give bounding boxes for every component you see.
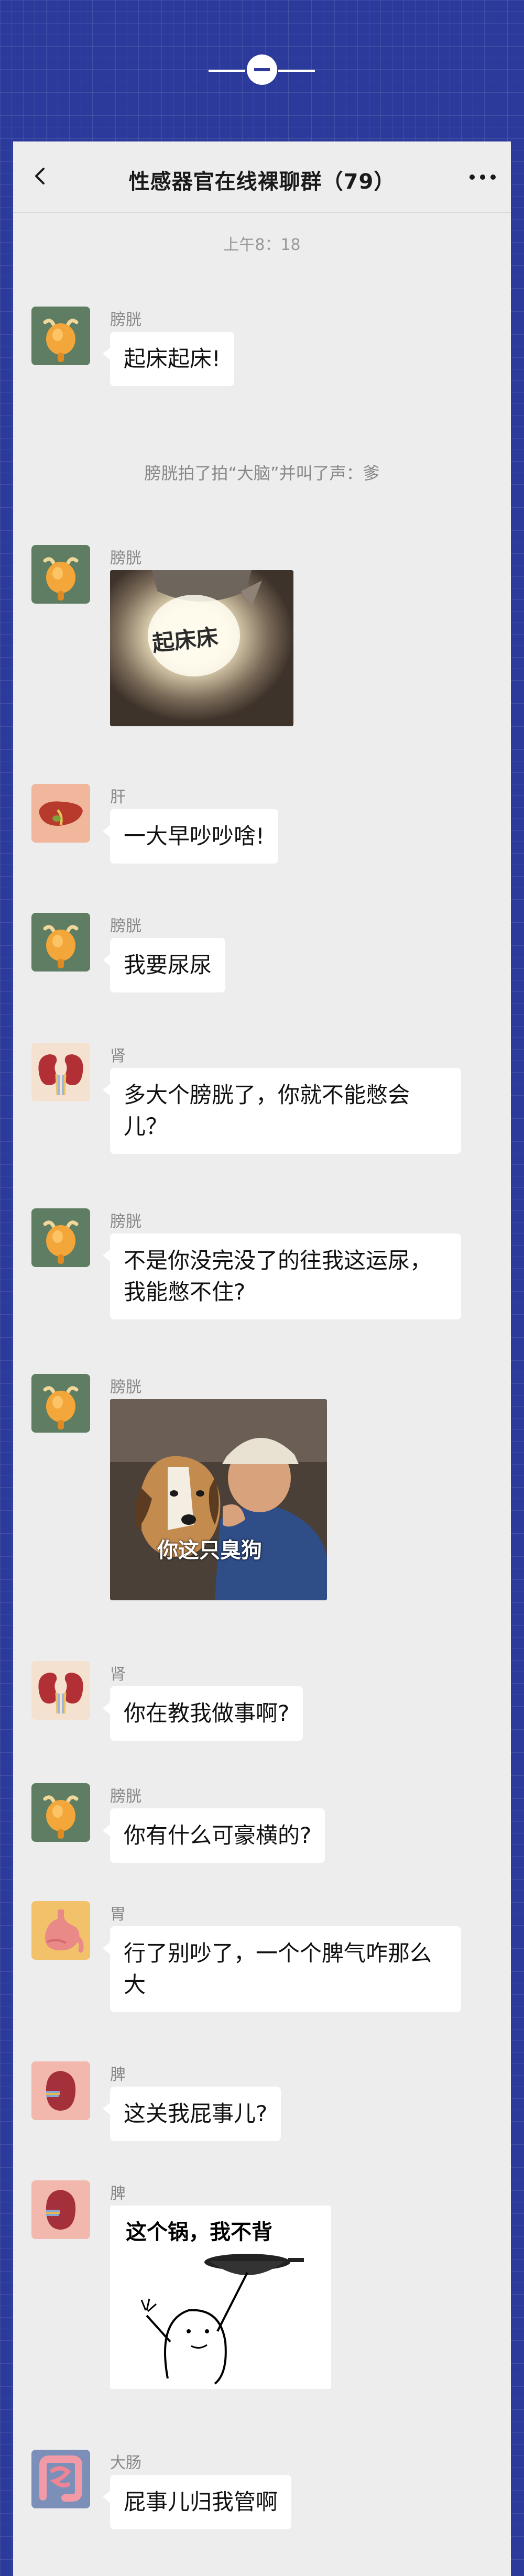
sender-name: 膀胱 [110,549,141,567]
intestine-icon[interactable] [31,2450,90,2508]
pot-meme-illustration [140,2254,304,2385]
sender-name: 膀胱 [110,1213,141,1231]
kidney-icon[interactable] [31,1043,90,1101]
timestamp: 上午8：18 [223,236,301,254]
message-bubble[interactable]: 屁事儿归我管啊 [102,2475,292,2529]
bladder-icon[interactable] [31,1783,90,1842]
sender-name: 肝 [110,788,126,806]
message-bubble[interactable]: 一大早吵吵啥! [103,809,278,864]
chat-title: 性感器官在线裸聊群（79） [128,170,396,194]
bladder-icon[interactable] [31,1208,90,1267]
sender-name: 肾 [110,1665,126,1684]
sender-name: 膀胱 [110,1787,141,1806]
liver-icon[interactable] [31,784,90,843]
bladder-icon[interactable] [31,307,90,365]
bladder-icon[interactable] [31,545,90,604]
top-decoration [0,0,524,141]
sender-name: 大肠 [110,2454,141,2472]
image-caption: 你这只臭狗 [157,1538,262,1563]
bladder-icon[interactable] [31,913,90,972]
message-bubble[interactable]: 起床起床! [103,332,234,386]
message-bubble[interactable]: 多大个膀胱了，你就不能憋会儿？ [103,1068,461,1154]
more-dots-icon[interactable] [467,172,498,182]
sender-name: 膀胱 [110,1378,141,1396]
title-bar: 性感器官在线裸聊群（79） [13,141,511,213]
sender-name: 脾 [110,2066,126,2084]
decor-line-right [278,70,315,72]
meme-image-pot[interactable]: 这个锅，我不背 [110,2206,331,2389]
stomach-icon[interactable] [31,1901,90,1960]
meme-image-cat[interactable]: 起床床 [110,570,293,726]
message-bubble[interactable]: 你有什么可豪横的? [102,1808,325,1863]
sender-name: 胃 [110,1905,126,1924]
sender-name: 膀胱 [110,917,141,935]
kidney-icon[interactable] [31,1661,90,1720]
message-bubble[interactable]: 你在教我做事啊? [102,1686,303,1741]
system-message: 膀胱拍了拍“大脑”并叫了声：爹 [144,463,380,483]
spleen-icon[interactable] [31,2061,90,2120]
message-bubble[interactable]: 不是你没完没了的往我这运尿，我能憋不住? [103,1234,461,1319]
message-bubble[interactable]: 行了别吵了，一个个脾气咋那么大 [103,1926,461,2012]
decor-line-left [209,70,245,72]
sender-name: 脾 [110,2185,126,2203]
bladder-icon[interactable] [31,1374,90,1433]
message-bubble[interactable]: 这关我屁事儿? [102,2087,281,2141]
decor-dot [247,54,277,85]
man-with-dog-illustration [110,1399,327,1600]
sender-name: 膀胱 [110,311,141,329]
chat-screen: 性感器官在线裸聊群（79） 上午8：18 膀胱 起床起床! 膀胱拍了拍“大脑”并… [13,141,511,2576]
message-bubble[interactable]: 我要尿尿 [102,938,226,992]
spleen-icon[interactable] [31,2180,90,2239]
meme-image-dog[interactable]: 你这只臭狗 [110,1399,327,1600]
sender-name: 肾 [110,1047,126,1065]
